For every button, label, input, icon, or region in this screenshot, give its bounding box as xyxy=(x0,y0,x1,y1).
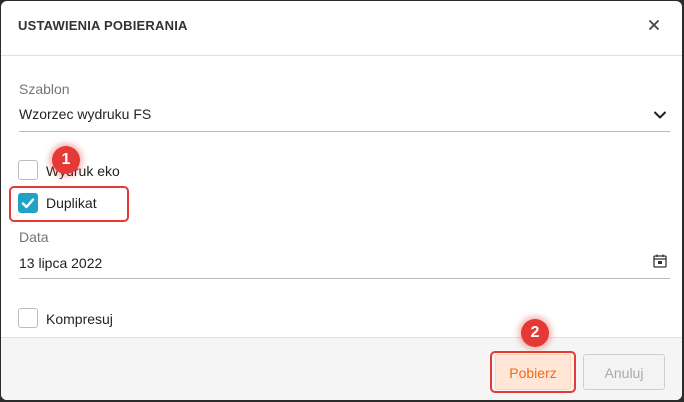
dialog-header: USTAWIENIA POBIERANIA xyxy=(1,1,682,56)
chevron-down-icon[interactable] xyxy=(651,106,669,124)
eco-print-checkbox[interactable] xyxy=(18,160,38,180)
download-settings-dialog: USTAWIENIA POBIERANIA Szablon Wzorzec wy… xyxy=(1,1,682,400)
cancel-button[interactable]: Anuluj xyxy=(583,354,665,390)
checkmark-icon xyxy=(21,198,35,209)
duplicate-label[interactable]: Duplikat xyxy=(46,195,97,211)
compress-checkbox[interactable] xyxy=(18,308,38,328)
download-button[interactable]: Pobierz xyxy=(495,354,571,390)
dialog-title: USTAWIENIA POBIERANIA xyxy=(18,18,188,33)
template-label: Szablon xyxy=(19,81,70,97)
date-input[interactable]: 13 lipca 2022 xyxy=(19,255,102,271)
template-select[interactable]: Wzorzec wydruku FS xyxy=(19,106,151,122)
annotation-badge-2: 2 xyxy=(521,319,549,347)
dialog-footer xyxy=(1,337,682,400)
date-underline xyxy=(19,278,670,279)
close-icon[interactable] xyxy=(644,15,664,35)
date-label: Data xyxy=(19,229,49,245)
template-underline xyxy=(19,131,670,132)
duplicate-checkbox[interactable] xyxy=(18,193,38,213)
compress-label[interactable]: Kompresuj xyxy=(46,311,113,327)
calendar-icon[interactable] xyxy=(652,253,668,269)
annotation-badge-1: 1 xyxy=(52,146,80,174)
